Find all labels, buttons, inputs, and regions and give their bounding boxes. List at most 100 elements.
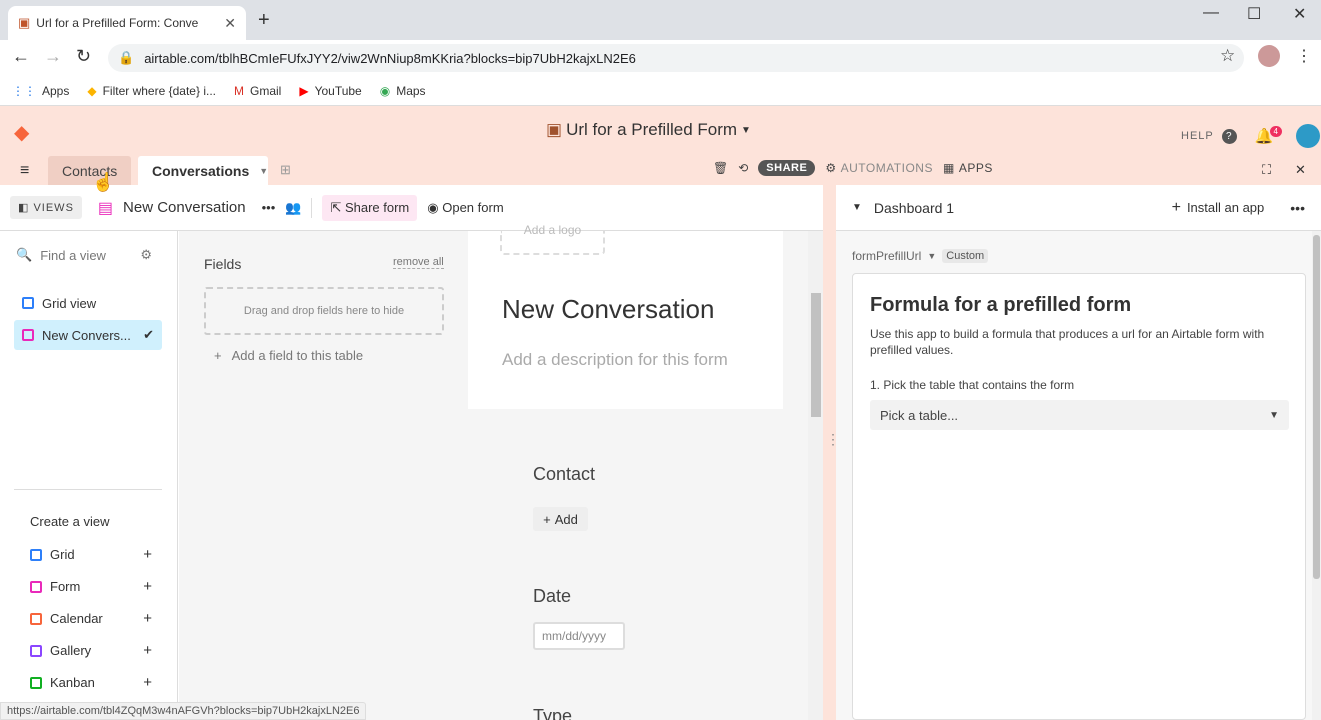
- help-icon[interactable]: ?: [1221, 128, 1237, 144]
- new-tab-icon[interactable]: +: [258, 9, 270, 32]
- table-tab-conversations[interactable]: Conversations ▼: [138, 156, 268, 185]
- add-contact-button[interactable]: + Add: [533, 507, 588, 531]
- scrollbar-thumb[interactable]: [811, 293, 821, 417]
- app-name[interactable]: formPrefillUrl ▼ Custom: [852, 249, 989, 263]
- reload-icon[interactable]: ↻: [76, 46, 91, 67]
- divider: [14, 489, 162, 490]
- add-field-button[interactable]: + Add a field to this table: [214, 348, 363, 363]
- pick-table-select[interactable]: Pick a table... ▼: [870, 400, 1289, 430]
- install-app-button[interactable]: + Install an app: [1172, 199, 1265, 217]
- base-icon: ▣: [546, 120, 563, 139]
- close-tab-icon[interactable]: ✕: [224, 15, 236, 32]
- maximize-icon[interactable]: ☐: [1247, 4, 1261, 24]
- dashboard-title[interactable]: Dashboard 1: [874, 200, 954, 216]
- field-label-type: Type: [533, 706, 573, 720]
- browser-tab[interactable]: ▣ Url for a Prefilled Form: Conve ✕: [8, 6, 246, 40]
- help-link[interactable]: HELP: [1181, 130, 1214, 142]
- fullscreen-icon[interactable]: ⛶: [1262, 162, 1271, 178]
- gear-icon[interactable]: ⚙: [140, 247, 152, 263]
- account-avatar[interactable]: [1295, 124, 1320, 148]
- chevron-down-icon[interactable]: ▼: [852, 202, 862, 213]
- create-kanban-view[interactable]: Kanban +: [30, 674, 152, 691]
- sidebar-item-grid-view[interactable]: Grid view: [14, 288, 162, 318]
- browser-tab-title: Url for a Prefilled Form: Conve: [36, 16, 199, 30]
- bookmark-label: Filter where {date} i...: [102, 83, 216, 98]
- find-view-input[interactable]: Find a view: [40, 248, 106, 263]
- close-dashboard-icon[interactable]: ✕: [1295, 162, 1306, 178]
- form-title[interactable]: New Conversation: [502, 294, 714, 325]
- add-table-icon[interactable]: ⊞: [280, 162, 291, 178]
- external-link-icon: ⇱: [330, 199, 345, 215]
- profile-avatar[interactable]: [1258, 45, 1280, 67]
- apps-icon: ▦: [942, 161, 955, 175]
- address-text: airtable.com/tblhBCmIeFUfxJYY2/viw2WnNiu…: [144, 50, 636, 66]
- grid-icon: [30, 548, 42, 561]
- notification-badge: 4: [1270, 125, 1282, 137]
- form-description[interactable]: Add a description for this form: [502, 350, 728, 370]
- gallery-icon: [30, 644, 42, 657]
- create-grid-view[interactable]: Grid +: [30, 546, 152, 563]
- bookmark-filter[interactable]: ◆ Filter where {date} i...: [87, 84, 216, 98]
- panel-resize-handle[interactable]: ⋮: [823, 185, 840, 720]
- bookmark-label: Maps: [396, 83, 426, 98]
- form-scrollbar[interactable]: [808, 231, 823, 720]
- sidebar-item-label: New Convers...: [42, 327, 131, 343]
- field-dropzone[interactable]: Drag and drop fields here to hide: [204, 287, 444, 335]
- bookmark-gmail[interactable]: M Gmail: [234, 84, 281, 98]
- bookmark-apps[interactable]: ⋮⋮ Apps: [12, 84, 69, 98]
- remove-all-link[interactable]: remove all: [393, 256, 444, 269]
- add-field-label: Add a field to this table: [231, 348, 364, 363]
- find-view-search[interactable]: 🔍 Find a view ⚙: [16, 247, 152, 263]
- browser-menu-icon[interactable]: ⋮: [1296, 46, 1312, 66]
- add-logo-area[interactable]: Add a logo: [500, 223, 605, 255]
- plus-icon: +: [143, 610, 152, 627]
- field-label-contact: Contact: [533, 464, 596, 484]
- help-area: HELP ? 🔔 4: [1181, 124, 1320, 148]
- bookmark-label: YouTube: [314, 83, 362, 98]
- apps-label: APPS: [958, 161, 993, 175]
- form-view-icon: ▤: [97, 199, 114, 217]
- open-form-label: Open form: [442, 199, 504, 215]
- youtube-icon: ▶: [299, 83, 309, 98]
- more-icon[interactable]: •••: [1290, 200, 1305, 216]
- apps-button[interactable]: ▦ APPS: [943, 161, 993, 175]
- open-form-button[interactable]: ◉ Open form: [427, 200, 503, 216]
- forward-icon[interactable]: →: [44, 46, 62, 67]
- bookmark-star-icon[interactable]: ☆: [1220, 46, 1235, 66]
- address-bar[interactable]: 🔒 airtable.com/tblhBCmIeFUfxJYY2/viw2WnN…: [108, 44, 1244, 72]
- hamburger-menu-icon[interactable]: ≡: [20, 162, 29, 180]
- hand-cursor-icon: ☝: [92, 172, 115, 192]
- trash-icon[interactable]: 🗑: [713, 161, 728, 175]
- form-icon: [22, 329, 34, 341]
- dashboard-scrollbar[interactable]: [1312, 231, 1321, 720]
- share-form-button[interactable]: ⇱ Share form: [322, 194, 418, 221]
- bookmark-youtube[interactable]: ▶ YouTube: [299, 84, 361, 98]
- views-toggle-button[interactable]: ◧ VIEWS: [10, 196, 82, 219]
- bookmark-maps[interactable]: ◉ Maps: [380, 84, 426, 98]
- sidebar-item-new-conversation[interactable]: New Convers... ✔: [14, 320, 162, 350]
- plus-icon: +: [214, 348, 222, 363]
- create-gallery-view[interactable]: Gallery +: [30, 642, 152, 659]
- share-button[interactable]: SHARE: [758, 160, 816, 176]
- airtable-logo-icon[interactable]: ◆: [14, 120, 29, 145]
- more-icon[interactable]: •••: [262, 200, 276, 215]
- base-name[interactable]: ▣ Url for a Prefilled Form ▼: [546, 120, 751, 140]
- collaborators-icon[interactable]: 👥: [285, 200, 301, 216]
- base-name-text: Url for a Prefilled Form: [566, 120, 738, 139]
- view-name[interactable]: New Conversation: [123, 199, 246, 216]
- table-tab-contacts[interactable]: Contacts: [48, 156, 132, 185]
- automations-button[interactable]: ⚙ AUTOMATIONS: [825, 161, 933, 175]
- create-form-view[interactable]: Form +: [30, 578, 152, 595]
- chevron-down-icon: ▼: [1269, 409, 1279, 421]
- date-input[interactable]: mm/dd/yyyy: [533, 622, 625, 650]
- history-icon[interactable]: ⟲: [738, 161, 748, 175]
- install-app-label: Install an app: [1186, 200, 1265, 215]
- search-icon: 🔍: [16, 247, 33, 262]
- share-form-label: Share form: [344, 199, 410, 215]
- create-calendar-view[interactable]: Calendar +: [30, 610, 152, 627]
- minimize-icon[interactable]: —: [1203, 4, 1219, 22]
- scrollbar-thumb[interactable]: [1313, 235, 1320, 579]
- back-icon[interactable]: ←: [12, 46, 30, 67]
- gmail-icon: M: [233, 83, 244, 98]
- close-window-icon[interactable]: ✕: [1293, 4, 1306, 24]
